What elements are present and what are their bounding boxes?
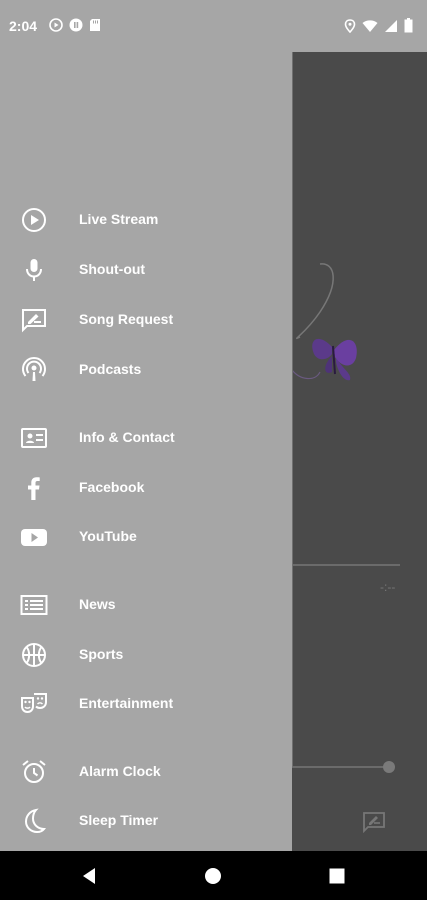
volume-slider-thumb	[383, 761, 395, 773]
play-circle-icon	[20, 206, 48, 234]
home-button[interactable]	[202, 865, 224, 887]
menu-item-song-request[interactable]: Song Request	[0, 298, 292, 342]
menu-label: Song Request	[79, 311, 174, 327]
menu-label: YouTube	[79, 528, 137, 544]
duration-label: -:--	[380, 580, 396, 594]
system-navigation-bar	[0, 851, 427, 900]
menu-label: Sleep Timer	[79, 812, 159, 828]
wifi-icon	[362, 19, 378, 33]
status-time: 2:04	[9, 18, 38, 34]
microphone-icon	[20, 256, 48, 284]
menu-item-sports[interactable]: Sports	[0, 633, 292, 677]
volume-slider-track	[292, 766, 388, 768]
facebook-icon	[20, 474, 48, 502]
menu-label: Alarm Clock	[79, 763, 161, 779]
menu-label: Info & Contact	[79, 429, 175, 445]
navigation-drawer: Live Stream Shout-out Song Request Podca…	[0, 52, 292, 851]
news-icon	[20, 591, 48, 619]
menu-label: Podcasts	[79, 361, 142, 377]
menu-item-shout-out[interactable]: Shout-out	[0, 248, 292, 292]
menu-item-news[interactable]: News	[0, 583, 292, 627]
song-request-icon	[20, 306, 48, 334]
pause-circle-icon	[69, 18, 83, 32]
theater-masks-icon	[20, 690, 48, 718]
menu-item-info-contact[interactable]: Info & Contact	[0, 416, 292, 460]
menu-item-sleep-timer[interactable]: Sleep Timer	[0, 799, 292, 843]
menu-label: Facebook	[79, 479, 145, 495]
song-request-icon	[362, 811, 386, 838]
contact-card-icon	[20, 424, 48, 452]
basketball-icon	[20, 641, 48, 669]
menu-item-facebook[interactable]: Facebook	[0, 466, 292, 510]
podcast-icon	[20, 356, 48, 384]
back-button[interactable]	[79, 865, 101, 887]
signal-icon	[384, 19, 398, 33]
menu-label: Live Stream	[79, 211, 159, 227]
menu-item-entertainment[interactable]: Entertainment	[0, 682, 292, 726]
media-playing-icon	[49, 18, 63, 32]
menu-label: Shout-out	[79, 261, 146, 277]
station-logo-art	[280, 262, 380, 407]
alarm-clock-icon	[20, 758, 48, 786]
menu-item-live-stream[interactable]: Live Stream	[0, 198, 292, 242]
progress-divider	[292, 564, 400, 566]
youtube-icon	[20, 523, 48, 551]
menu-item-podcasts[interactable]: Podcasts	[0, 348, 292, 392]
menu-label: Sports	[79, 646, 124, 662]
status-bar: 2:04	[0, 0, 427, 52]
location-icon	[344, 18, 356, 33]
menu-item-youtube[interactable]: YouTube	[0, 515, 292, 559]
menu-label: News	[79, 596, 116, 612]
sd-card-icon	[89, 18, 101, 32]
menu-label: Entertainment	[79, 695, 174, 711]
battery-icon	[404, 18, 413, 33]
menu-item-alarm-clock[interactable]: Alarm Clock	[0, 750, 292, 794]
recents-button[interactable]	[326, 865, 348, 887]
moon-icon	[20, 807, 48, 835]
